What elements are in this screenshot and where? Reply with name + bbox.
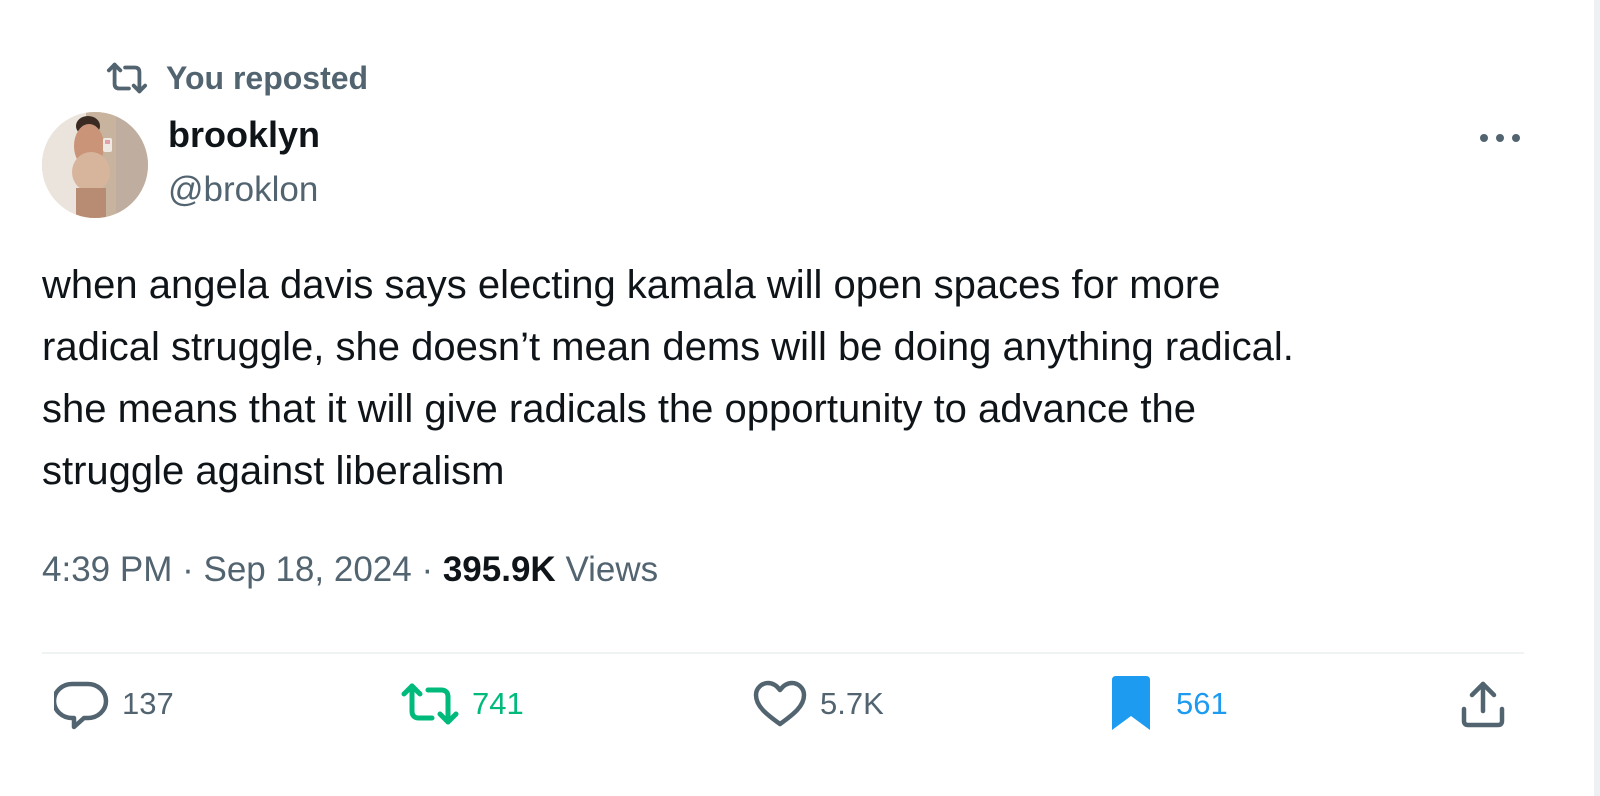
- views-label: Views: [565, 550, 659, 589]
- repost-icon: [106, 62, 148, 94]
- scrollbar-track: [1594, 0, 1600, 796]
- author-handle[interactable]: @broklon: [168, 170, 318, 210]
- retweet-button[interactable]: 741: [400, 676, 524, 732]
- divider: [42, 652, 1524, 654]
- author-display-name[interactable]: brooklyn: [168, 114, 320, 156]
- repost-banner[interactable]: You reposted: [106, 58, 368, 98]
- repost-icon: [401, 683, 459, 725]
- tweet-text: when angela davis says electing kamala w…: [42, 263, 1294, 493]
- bookmark-count: 561: [1176, 686, 1228, 721]
- reply-count: 137: [122, 686, 174, 721]
- repost-label: You reposted: [166, 59, 369, 96]
- ellipsis-icon: [1480, 134, 1520, 142]
- like-count: 5.7K: [820, 686, 884, 721]
- more-options-button[interactable]: [1476, 122, 1524, 154]
- reply-button[interactable]: 137: [54, 676, 174, 732]
- tweet-time[interactable]: 4:39 PM: [42, 550, 172, 589]
- share-button[interactable]: [1458, 676, 1508, 732]
- meta-separator: ·: [172, 550, 204, 589]
- tweet-date[interactable]: Sep 18, 2024: [203, 550, 411, 589]
- bookmark-icon: [1112, 676, 1150, 730]
- meta-separator: ·: [411, 550, 443, 589]
- speech-bubble-icon: [54, 681, 109, 730]
- avatar[interactable]: [42, 112, 148, 218]
- heart-icon: [753, 680, 807, 727]
- upload-icon: [1461, 681, 1505, 728]
- tweet-meta: 4:39 PM · Sep 18, 2024 · 395.9K Views: [42, 550, 658, 590]
- retweet-count: 741: [472, 686, 524, 721]
- views-count: 395.9K: [442, 550, 556, 589]
- bookmark-button[interactable]: 561: [1110, 676, 1228, 732]
- like-button[interactable]: 5.7K: [752, 676, 884, 732]
- profile-photo: [42, 112, 148, 218]
